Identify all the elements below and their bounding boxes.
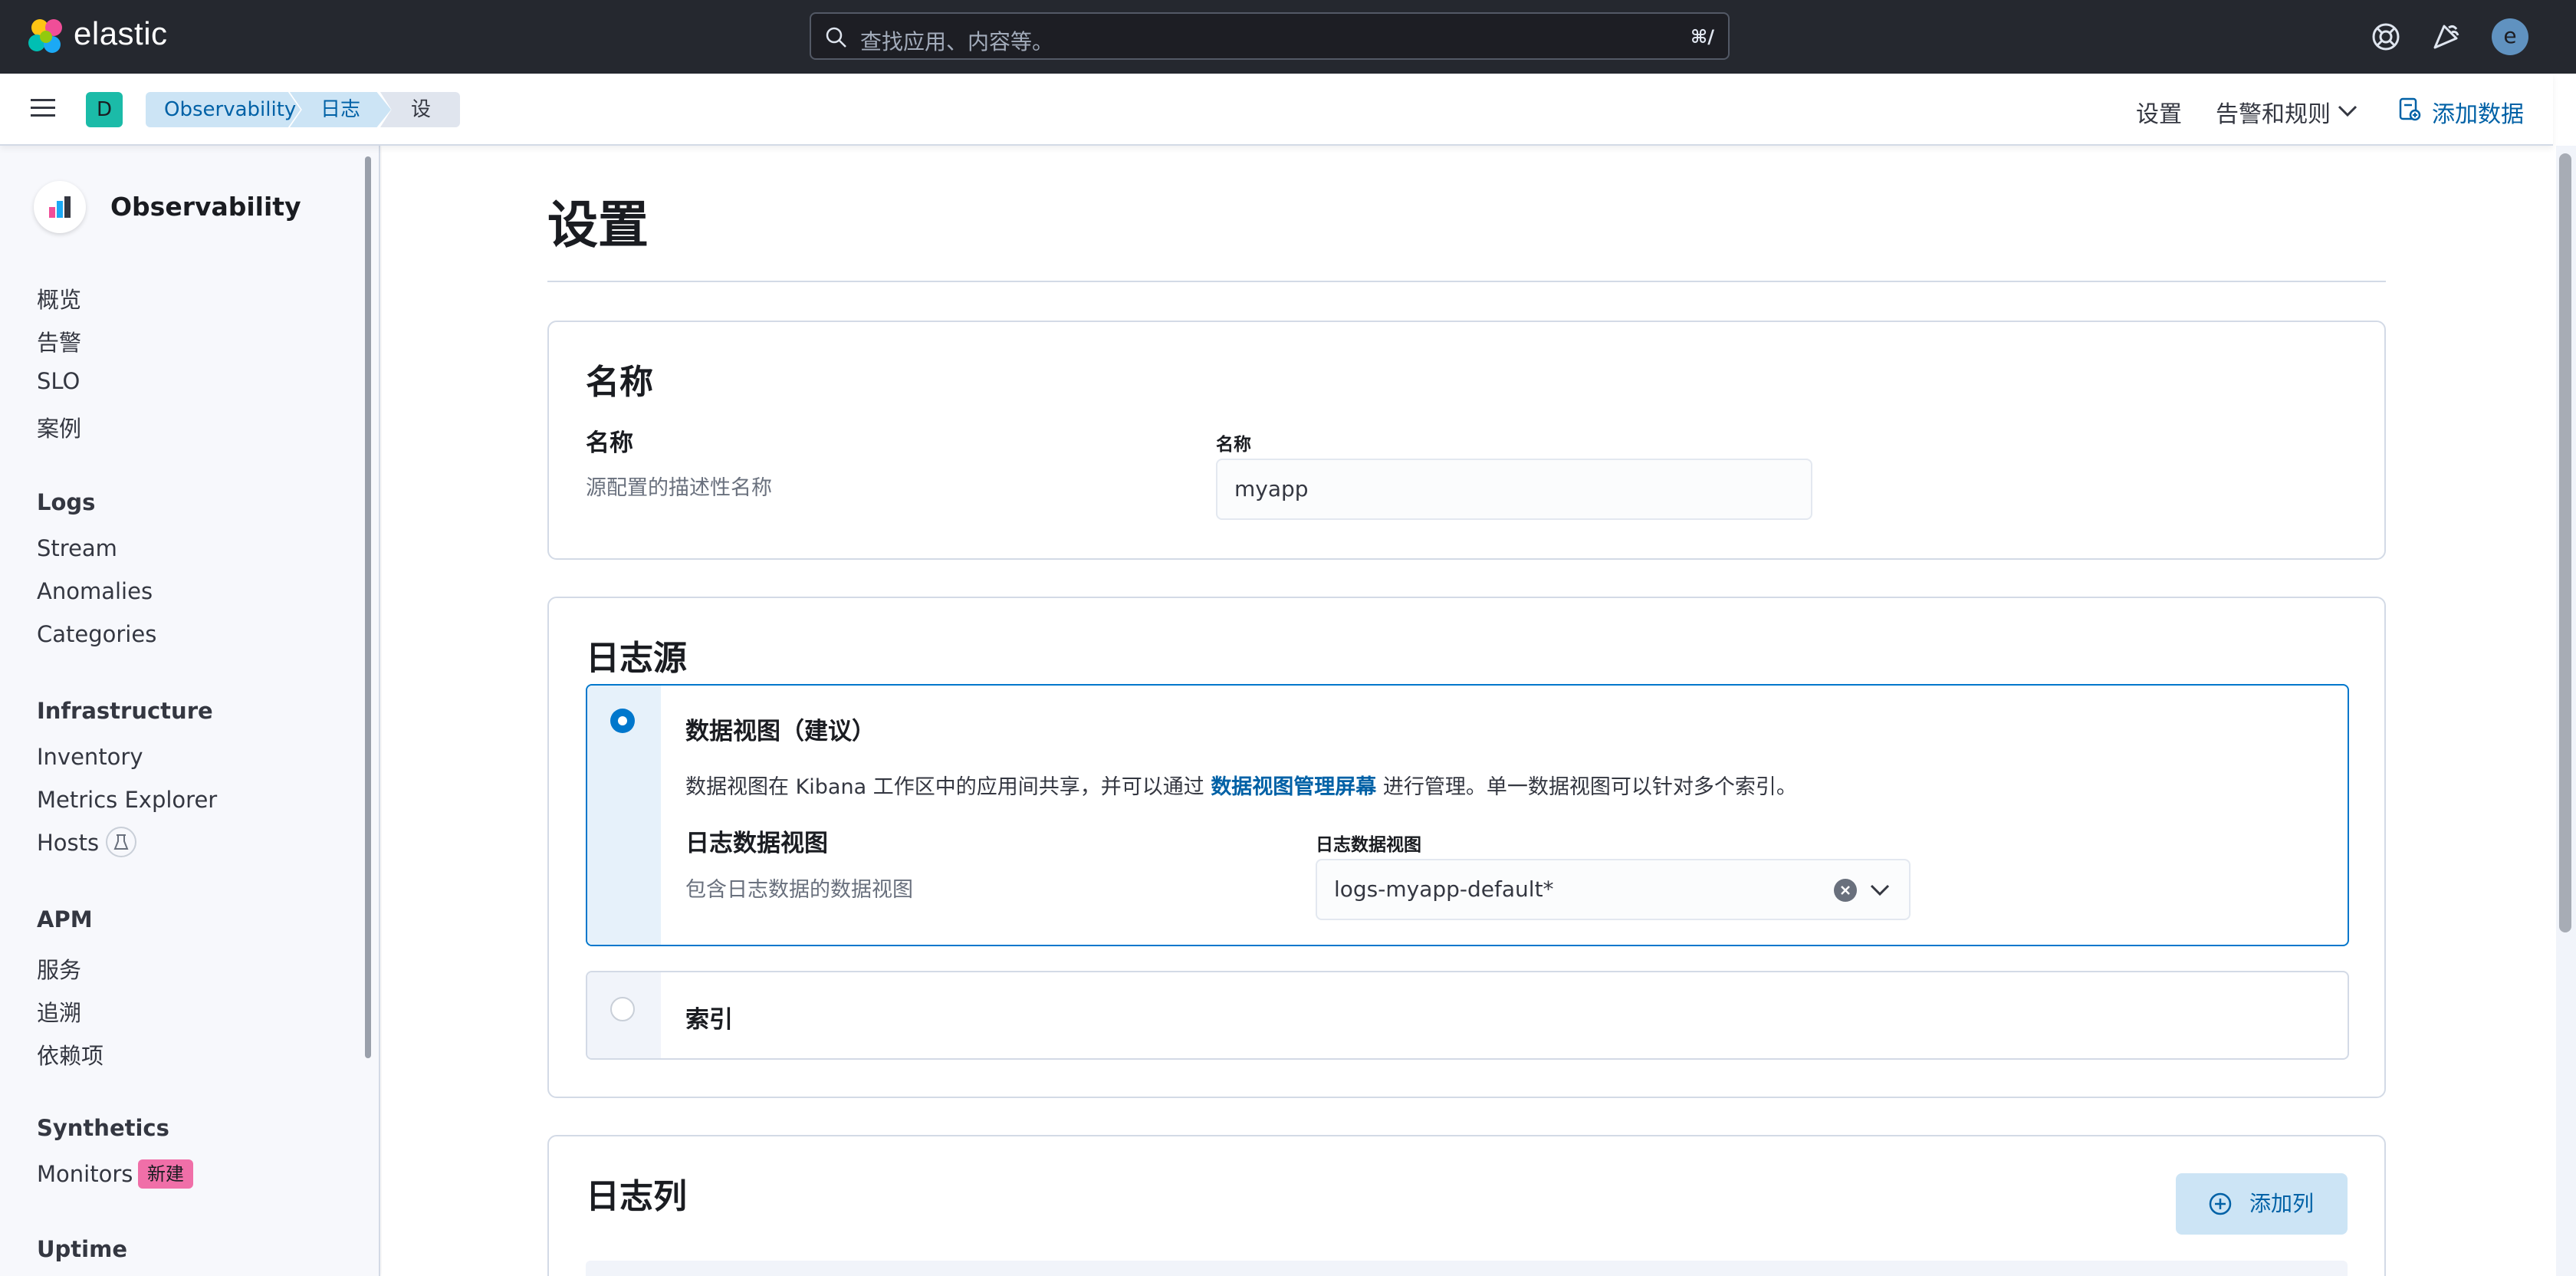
data-view-option-description: 数据视图在 Kibana 工作区中的应用间共享，并可以通过 数据视图管理屏幕 进…: [685, 770, 1797, 800]
sidebar-scrollbar[interactable]: [365, 156, 371, 1058]
data-view-management-link[interactable]: 数据视图管理屏幕: [1211, 775, 1376, 799]
description-text-end: 进行管理。单一数据视图可以针对多个索引。: [1382, 775, 1797, 799]
name-field-title: 名称: [586, 429, 633, 457]
hamburger-menu-icon[interactable]: [29, 97, 57, 120]
add-data-icon[interactable]: [2398, 97, 2421, 121]
index-option-card[interactable]: [586, 971, 2349, 1060]
name-field-description: 源配置的描述性名称: [586, 476, 772, 500]
sidebar-group-uptime: Uptime: [37, 1236, 127, 1262]
log-columns-panel: [547, 1135, 2386, 1276]
add-data-link[interactable]: 添加数据: [2432, 95, 2524, 129]
breadcrumb-observability[interactable]: Observability: [146, 92, 301, 127]
log-data-view-combobox[interactable]: logs-myapp-default*: [1316, 859, 1911, 920]
settings-link[interactable]: 设置: [2136, 95, 2182, 129]
search-icon: [826, 27, 846, 48]
sidebar-group-apm: APM: [37, 906, 93, 932]
elastic-logo-icon[interactable]: [26, 17, 66, 57]
sidebar-item-inventory[interactable]: Inventory: [37, 744, 143, 770]
data-view-option-title: 数据视图（建议）: [685, 718, 876, 745]
columns-list-top: [586, 1261, 2348, 1276]
log-source-panel-title: 日志源: [586, 639, 687, 678]
sidebar-item-traces[interactable]: 追溯: [37, 995, 81, 1028]
clear-icon[interactable]: [1834, 879, 1857, 902]
sidebar-group-synthetics: Synthetics: [37, 1115, 169, 1141]
sidebar-item-services[interactable]: 服务: [37, 952, 81, 985]
data-view-radio[interactable]: [610, 709, 635, 733]
page-title: 设置: [547, 196, 649, 255]
log-data-view-label: 日志数据视图: [1316, 835, 1421, 855]
sidebar-app-title[interactable]: Observability: [110, 192, 301, 222]
description-text: 数据视图在 Kibana 工作区中的应用间共享，并可以通过: [685, 775, 1204, 799]
global-search-input[interactable]: 查找应用、内容等。 ⌘/: [810, 12, 1730, 60]
page-scrollbar-thumb[interactable]: [2559, 153, 2571, 932]
brand-name[interactable]: elastic: [74, 15, 168, 52]
index-option-title: 索引: [685, 1006, 733, 1034]
sidebar-item-monitors[interactable]: Monitors: [37, 1161, 133, 1187]
log-columns-panel-title: 日志列: [586, 1177, 687, 1216]
global-header: elastic 查找应用、内容等。 ⌘/ e: [0, 0, 2576, 74]
sidebar-item-metrics-explorer[interactable]: Metrics Explorer: [37, 787, 217, 813]
sidebar-group-logs: Logs: [37, 489, 96, 515]
help-icon[interactable]: [2369, 20, 2403, 54]
name-input[interactable]: myapp: [1216, 459, 1812, 520]
sidebar-group-infrastructure: Infrastructure: [37, 698, 213, 724]
sidebar-item-dependencies[interactable]: 依赖项: [37, 1038, 104, 1070]
sidebar-item-stream[interactable]: Stream: [37, 535, 117, 561]
sidebar-item-cases[interactable]: 案例: [37, 411, 81, 443]
log-data-view-field-title: 日志数据视图: [685, 830, 828, 857]
sidebar-item-overview[interactable]: 概览: [37, 282, 81, 314]
space-avatar[interactable]: D: [86, 92, 123, 127]
news-feed-icon[interactable]: [2429, 20, 2463, 54]
sidebar-item-slo[interactable]: SLO: [37, 368, 80, 394]
breadcrumb-logs[interactable]: 日志: [290, 92, 391, 127]
add-column-button[interactable]: 添加列: [2176, 1173, 2348, 1235]
index-radio[interactable]: [610, 997, 635, 1021]
sidebar-item-hosts[interactable]: Hosts: [37, 830, 99, 856]
name-panel: [547, 321, 2386, 560]
search-shortcut: ⌘/: [1690, 26, 1714, 48]
beaker-icon: [106, 827, 136, 857]
alerts-rules-menu[interactable]: 告警和规则: [2216, 95, 2331, 129]
side-navigation: Observability 概览 告警 SLO 案例 Logs Stream A…: [0, 146, 380, 1276]
chevron-down-icon[interactable]: [2337, 104, 2358, 118]
user-avatar[interactable]: e: [2492, 18, 2528, 55]
log-data-view-field-description: 包含日志数据的数据视图: [685, 878, 913, 902]
breadcrumb-settings: 设置: [380, 92, 460, 127]
sidebar-item-alerts[interactable]: 告警: [37, 325, 81, 357]
title-divider: [547, 281, 2386, 282]
new-badge: 新建: [138, 1159, 193, 1189]
chevron-down-icon[interactable]: [1869, 883, 1891, 897]
name-input-label: 名称: [1216, 435, 1251, 455]
name-panel-title: 名称: [586, 363, 653, 402]
observability-icon: [49, 196, 71, 218]
sidebar-item-anomalies[interactable]: Anomalies: [37, 578, 153, 604]
search-placeholder: 查找应用、内容等。: [860, 29, 1054, 54]
sidebar-item-categories[interactable]: Categories: [37, 621, 156, 647]
plus-circle-icon: [2209, 1192, 2232, 1215]
observability-logo: [34, 181, 86, 233]
breadcrumb-bar: D Observability 日志 设置 设置 告警和规则 添加数据: [0, 74, 2553, 146]
